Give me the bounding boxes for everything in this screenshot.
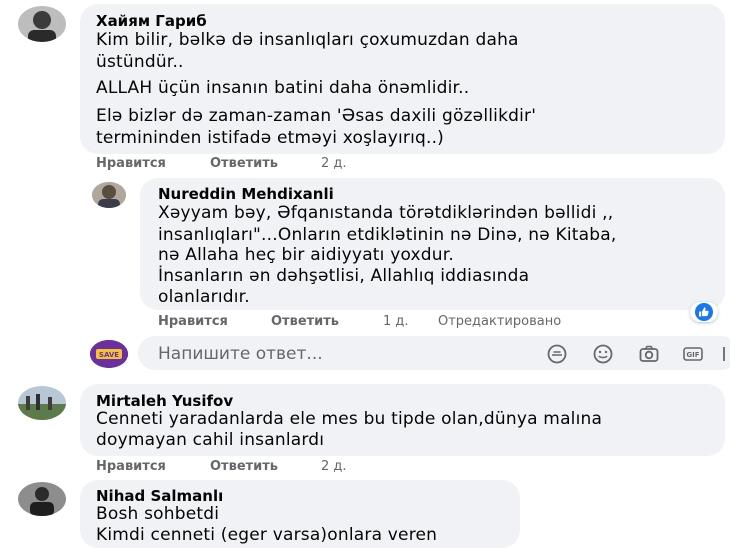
- like-link[interactable]: Нравится: [158, 314, 228, 329]
- comment-author[interactable]: Mirtaleh Yusifov: [96, 392, 233, 410]
- reaction-badge[interactable]: [690, 302, 718, 322]
- timestamp[interactable]: 2 д.: [321, 156, 347, 171]
- avatar-photo-icon: [18, 386, 66, 420]
- comment-text: İnsanların ən dəhşətlisi, Allahlıq iddia…: [158, 266, 530, 286]
- avatar-sticker-icon[interactable]: [546, 343, 568, 365]
- timestamp[interactable]: 1 д.: [383, 314, 409, 329]
- comment-actions: Нравится Ответить 1 д. Отредактировано: [158, 314, 658, 330]
- comment-text: Xəyyam bəy, Əfqanıstanda törətdiklərində…: [158, 203, 614, 223]
- reply-link[interactable]: Ответить: [210, 156, 278, 171]
- camera-icon[interactable]: [638, 343, 660, 365]
- reply-placeholder: Напишите ответ...: [158, 344, 323, 364]
- comment-text: Bosh sohbetdi: [96, 504, 220, 524]
- comment-text: Cenneti yaradanlarda ele mes bu tipde ol…: [96, 409, 603, 429]
- like-link[interactable]: Нравится: [96, 156, 166, 171]
- comment-text: ALLAH üçün insanın batini daha önəmlidir…: [96, 78, 470, 98]
- comment-author[interactable]: Nihad Salmanlı: [96, 487, 223, 505]
- thumbs-up-icon: [695, 303, 713, 321]
- avatar-photo-icon: [18, 6, 66, 42]
- avatar[interactable]: [18, 6, 66, 42]
- comment-text: termininden istifadə etməyi xoşlayırıq..…: [96, 128, 445, 148]
- avatar-photo-icon: [92, 182, 126, 208]
- comment-text: insanlıqları"...Onların etdiklətinin nə …: [158, 225, 617, 245]
- comment-author[interactable]: Nureddin Mehdixanli: [158, 185, 334, 203]
- avatar[interactable]: [92, 182, 126, 208]
- comment-text: üstündür..: [96, 52, 184, 72]
- svg-text:GIF: GIF: [686, 351, 699, 359]
- reply-link[interactable]: Ответить: [210, 459, 278, 474]
- svg-text:SAVE: SAVE: [99, 351, 119, 359]
- comment-actions: Нравится Ответить 2 д.: [96, 156, 396, 172]
- avatar: SAVE: [90, 340, 128, 368]
- avatar-photo-icon: [18, 482, 66, 516]
- gif-icon[interactable]: GIF: [682, 343, 704, 365]
- comment-text: olanlarıdır.: [158, 287, 250, 307]
- comment-text: Kimdi cenneti (eger varsa)onlara veren: [96, 525, 438, 545]
- sticker-icon[interactable]: [722, 343, 730, 365]
- reply-link[interactable]: Ответить: [271, 314, 339, 329]
- profile-badge-icon: SAVE: [90, 340, 128, 368]
- emoji-icon[interactable]: [592, 343, 614, 365]
- comment-author[interactable]: Хайям Гариб: [96, 12, 207, 30]
- comment-text: Elə bizlər də zaman-zaman 'Əsas daxili g…: [96, 106, 537, 126]
- comment-actions: Нравится Ответить 2 д.: [96, 459, 396, 475]
- comment-text: nə Allaha heç bir aidiyyatı yoxdur.: [158, 245, 454, 265]
- comment-text: doymayan cahil insanlardı: [96, 430, 325, 450]
- timestamp[interactable]: 2 д.: [321, 459, 347, 474]
- edited-label: Отредактировано: [438, 314, 562, 329]
- comment-text: Kim bilir, bəlkə də insanlıqları çoxumuz…: [96, 30, 519, 50]
- avatar[interactable]: [18, 482, 66, 516]
- avatar[interactable]: [18, 386, 66, 420]
- like-link[interactable]: Нравится: [96, 459, 166, 474]
